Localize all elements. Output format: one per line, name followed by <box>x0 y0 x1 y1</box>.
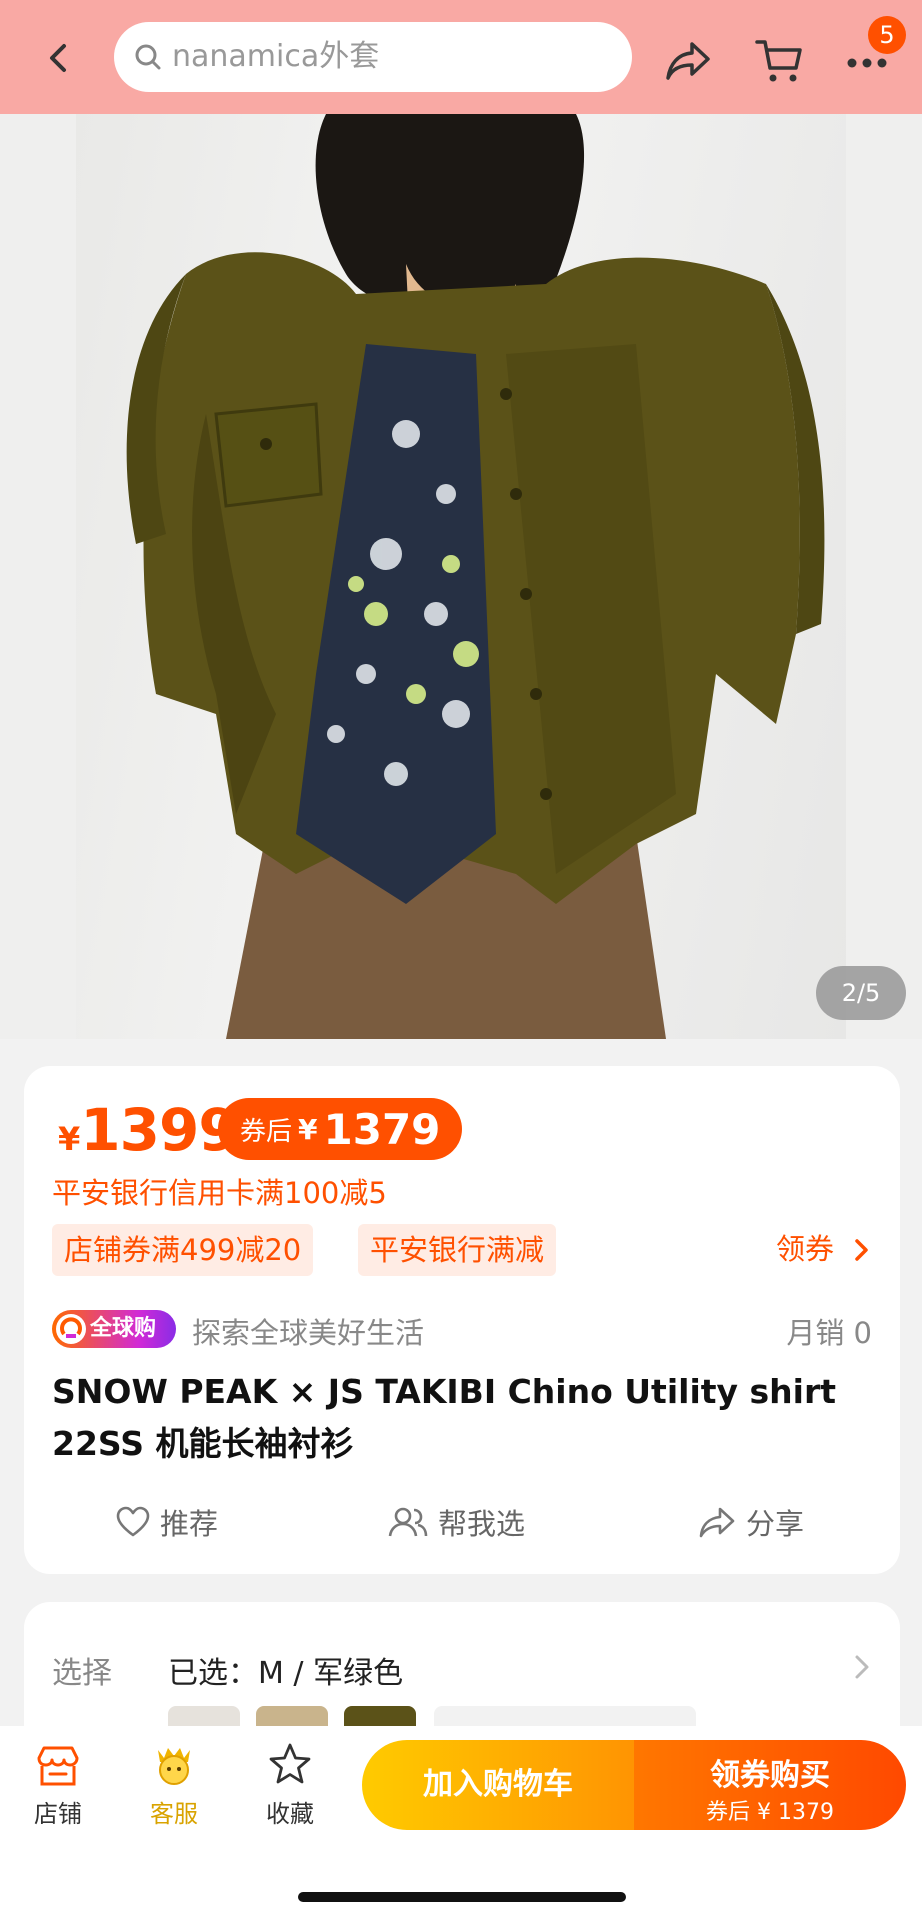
help-choose-label: 帮我选 <box>438 1507 526 1541</box>
share-action-button[interactable]: 分享 <box>698 1492 804 1552</box>
recommend-button[interactable]: 推荐 <box>116 1492 218 1552</box>
global-buy-badge: 全球购 <box>52 1310 176 1348</box>
service-mascot-icon <box>158 1748 190 1785</box>
share-arrow-icon <box>699 1507 735 1538</box>
action-row: 推荐 帮我选 分享 <box>24 1492 900 1552</box>
get-coupon-link[interactable]: 领券 <box>776 1226 873 1268</box>
star-icon <box>269 1743 311 1784</box>
image-counter: 2/5 <box>816 966 906 1020</box>
share-icon[interactable] <box>664 40 712 82</box>
search-icon <box>135 44 161 70</box>
cart-count-badge: 5 <box>868 16 906 54</box>
selection-label: 选择 <box>52 1656 112 1691</box>
bottom-action-bar: 店铺 客服 收藏 加入购物车 领券购买 券后 ¥ 1379 <box>0 1726 922 1920</box>
chevron-right-icon <box>855 1239 868 1261</box>
slogan-text: 探索全球美好生活 <box>192 1316 425 1350</box>
price-amount: 1399 <box>80 1096 238 1164</box>
service-label: 客服 <box>150 1800 198 1828</box>
coupon-price-badge: 券后 ¥ 1379 <box>218 1098 463 1160</box>
people-icon <box>388 1507 428 1537</box>
price-currency: ¥ <box>58 1120 81 1158</box>
heart-icon <box>116 1506 150 1537</box>
search-text: nanamica外套 <box>172 39 380 74</box>
coupon-price-label: 券后 <box>240 1116 293 1147</box>
product-photo <box>76 114 846 1039</box>
home-indicator <box>298 1892 626 1902</box>
store-coupon-tag[interactable]: 店铺券满499减20 <box>52 1224 314 1276</box>
coupon-buy-price: 券后 ¥ 1379 <box>706 1800 834 1825</box>
coupon-buy-label: 领券购买 <box>710 1758 830 1793</box>
coupon-price-amount: 1379 <box>323 1104 441 1154</box>
store-label: 店铺 <box>34 1800 82 1828</box>
monthly-sales: 月销 0 <box>786 1316 872 1350</box>
bank-promo-text: 平安银行信用卡满100减5 <box>52 1176 387 1210</box>
origin-row: 全球购 探索全球美好生活 月销 0 <box>52 1306 898 1352</box>
selection-value: 已选：M / 军绿色 <box>168 1656 404 1691</box>
product-title: SNOW PEAK × JS TAKIBI Chino Utility shir… <box>52 1372 837 1463</box>
get-coupon-label: 领券 <box>776 1232 835 1266</box>
product-photo-illustration <box>126 114 825 1039</box>
add-to-cart-button[interactable]: 加入购物车 <box>362 1740 634 1830</box>
more-icon[interactable] <box>846 56 888 70</box>
recommend-label: 推荐 <box>160 1507 219 1541</box>
chevron-right-icon <box>855 1655 869 1679</box>
favorite-label: 收藏 <box>266 1800 314 1828</box>
store-icon <box>37 1746 79 1786</box>
product-info-card: ¥1399 券后 ¥ 1379 平安银行信用卡满100减5 店铺券满499减20… <box>24 1066 900 1574</box>
global-buy-icon <box>56 1314 86 1344</box>
purchase-buttons: 加入购物车 领券购买 券后 ¥ 1379 <box>362 1740 906 1830</box>
product-image-gallery[interactable]: 2/5 <box>0 114 922 1039</box>
search-input[interactable]: nanamica外套 <box>114 22 632 92</box>
bank-discount-tag[interactable]: 平安银行满减 <box>358 1224 557 1276</box>
help-choose-button[interactable]: 帮我选 <box>388 1492 525 1552</box>
coupon-price-currency: ¥ <box>298 1112 318 1146</box>
back-icon[interactable] <box>40 38 80 78</box>
global-buy-label: 全球购 <box>90 1316 157 1341</box>
top-bar: nanamica外套 5 <box>0 0 922 114</box>
share-label: 分享 <box>746 1507 805 1541</box>
coupon-buy-button[interactable]: 领券购买 券后 ¥ 1379 <box>634 1740 906 1830</box>
cart-icon[interactable] <box>754 36 804 86</box>
price: ¥1399 <box>58 1096 239 1164</box>
